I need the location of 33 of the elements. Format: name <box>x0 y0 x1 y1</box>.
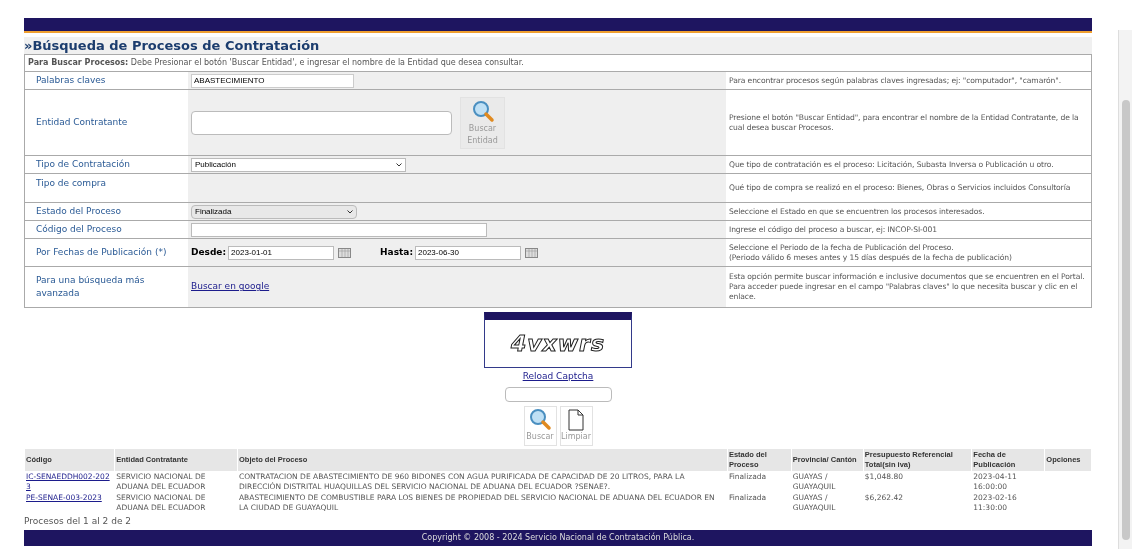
field-label: Palabras claves <box>36 73 106 87</box>
field-label: Tipo de compra <box>36 178 107 188</box>
field-label: Por Fechas de Publicación (*) <box>36 245 167 259</box>
pagination-text: Procesos del 1 al 2 de 2 <box>24 514 132 528</box>
search-icon <box>528 406 552 431</box>
google-search-link[interactable]: Buscar en google <box>191 280 270 294</box>
date-field[interactable]: 2023-01-01 <box>228 245 335 260</box>
blank-page-icon <box>568 408 584 431</box>
process-code-field[interactable] <box>191 222 487 237</box>
dropdown[interactable]: Publicación <box>191 157 406 172</box>
instruction-text: Para Buscar Procesos: Debe Presionar el botón 'Buscar Entidad', e ingresar el nombre de la Entidad que desea consultar. <box>25 55 1091 72</box>
captcha-input[interactable] <box>504 386 612 402</box>
date-label: Hasta: <box>380 245 413 259</box>
field-label: Estado del Proceso <box>36 204 122 218</box>
date-field[interactable]: 2023-06-30 <box>415 245 521 260</box>
keywords-field[interactable]: ABASTECIMIENTO <box>191 73 354 88</box>
chevron-down-icon <box>347 209 353 214</box>
chevron-down-icon <box>396 162 402 167</box>
captcha-text: 4vxwrs <box>510 330 606 358</box>
entity-textarea[interactable] <box>191 110 452 135</box>
field-label: Entidad Contratante <box>36 115 128 129</box>
field-label: Código del Proceso <box>36 222 122 236</box>
field-label: Para una búsqueda más avanzada <box>36 273 146 300</box>
footer-bar: Copyright © 2008 - 2024 Servicio Nacional de Contratación Pública. <box>24 530 1092 546</box>
scrollbar[interactable] <box>1118 30 1132 549</box>
calendar-icon[interactable] <box>525 247 538 258</box>
reload-captcha-link[interactable]: Reload Captcha <box>522 370 594 384</box>
field-label: Tipo de Contratación <box>36 157 130 171</box>
page-title: »Búsqueda de Procesos de Contratación <box>24 37 1092 54</box>
date-label: Desde: <box>191 245 227 259</box>
dropdown[interactable]: Finalizada <box>191 204 357 219</box>
calendar-icon[interactable] <box>338 247 352 258</box>
search-icon <box>470 98 495 123</box>
